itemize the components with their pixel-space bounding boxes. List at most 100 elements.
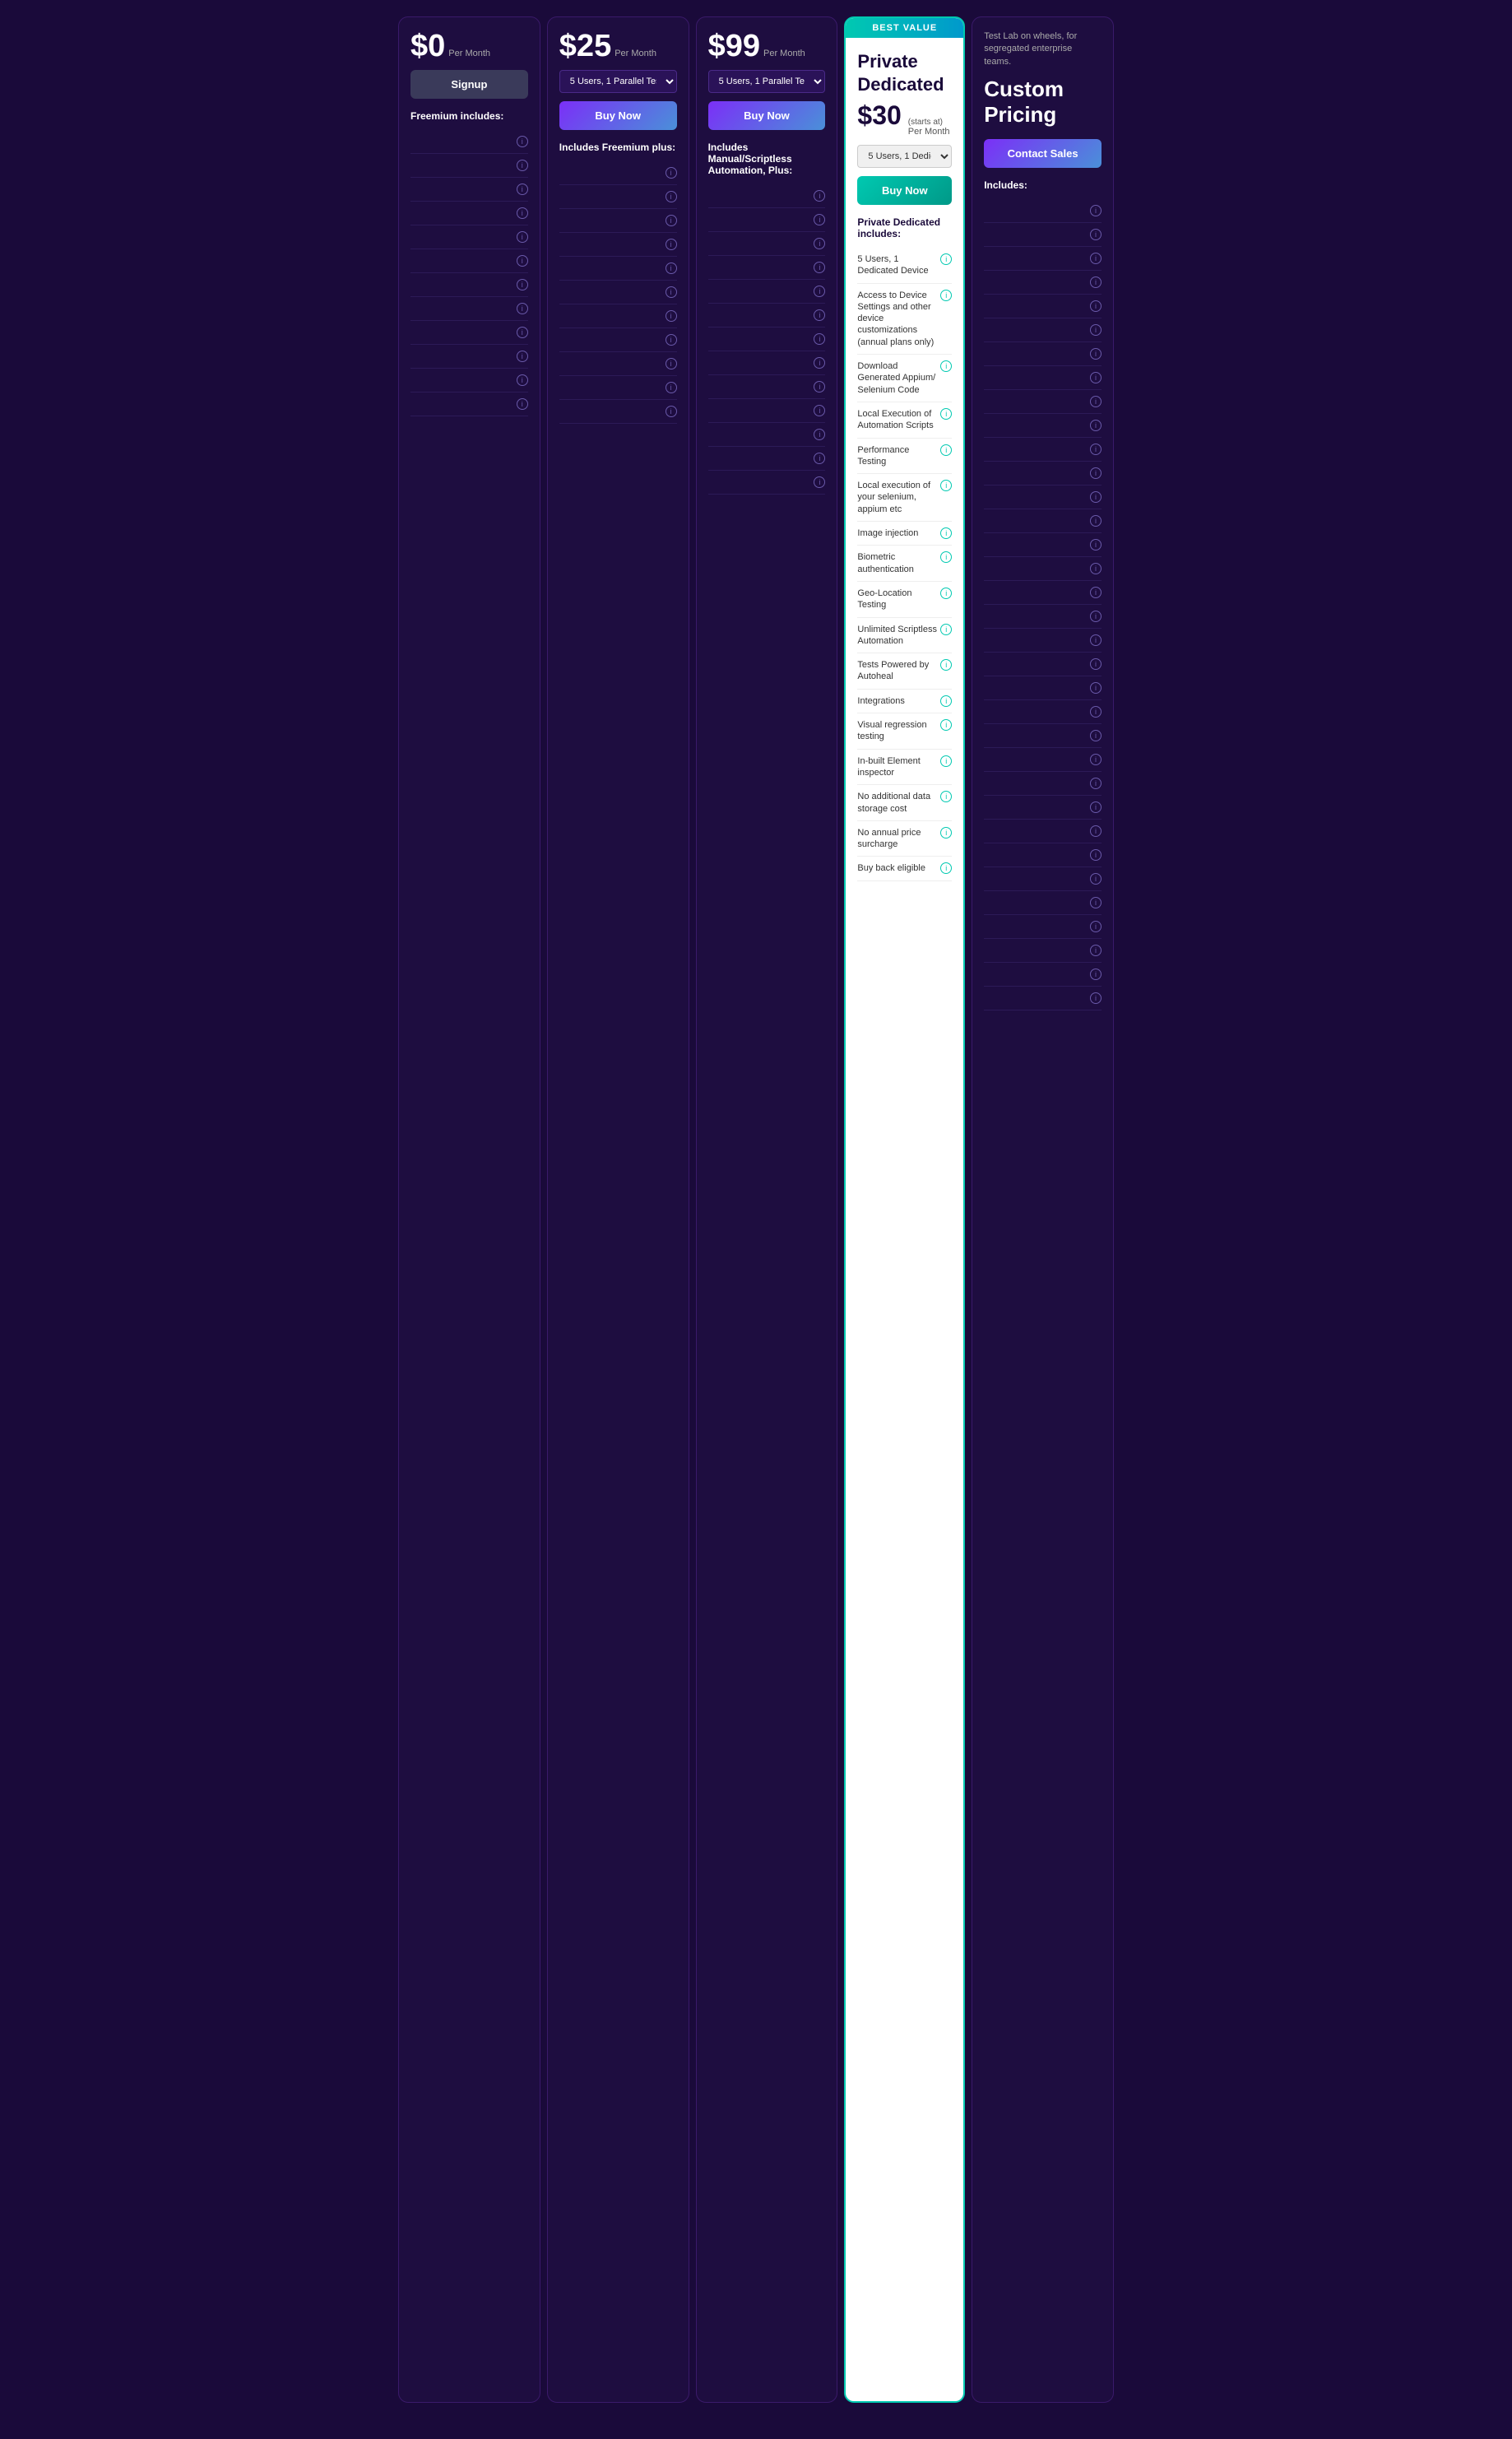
info-icon[interactable]: i xyxy=(666,215,677,226)
info-icon[interactable]: i xyxy=(1090,945,1102,956)
list-item: i xyxy=(984,509,1102,533)
info-icon[interactable]: i xyxy=(1090,276,1102,288)
info-icon[interactable]: i xyxy=(517,207,528,219)
info-icon[interactable]: i xyxy=(940,862,952,874)
info-icon[interactable]: i xyxy=(666,191,677,202)
info-icon[interactable]: i xyxy=(1090,563,1102,574)
standard-plan-select[interactable]: 5 Users, 1 Parallel Test 10 Users, 2 Par… xyxy=(559,70,677,93)
info-icon[interactable]: i xyxy=(1090,682,1102,694)
info-icon[interactable]: i xyxy=(517,327,528,338)
info-icon[interactable]: i xyxy=(814,333,825,345)
info-icon[interactable]: i xyxy=(1090,778,1102,789)
info-icon[interactable]: i xyxy=(940,480,952,491)
info-icon[interactable]: i xyxy=(1090,801,1102,813)
pro-buy-button[interactable]: Buy Now xyxy=(708,101,826,130)
info-icon[interactable]: i xyxy=(1090,754,1102,765)
info-icon[interactable]: i xyxy=(940,551,952,563)
list-item: i xyxy=(984,772,1102,796)
private-buy-button[interactable]: Buy Now xyxy=(857,176,952,205)
info-icon[interactable]: i xyxy=(940,408,952,420)
info-icon[interactable]: i xyxy=(517,374,528,386)
info-icon[interactable]: i xyxy=(1090,634,1102,646)
info-icon[interactable]: i xyxy=(814,286,825,297)
info-icon[interactable]: i xyxy=(1090,205,1102,216)
info-icon[interactable]: i xyxy=(1090,730,1102,741)
info-icon[interactable]: i xyxy=(1090,825,1102,837)
info-icon[interactable]: i xyxy=(517,184,528,195)
info-icon[interactable]: i xyxy=(517,303,528,314)
info-icon[interactable]: i xyxy=(1090,992,1102,1004)
info-icon[interactable]: i xyxy=(1090,300,1102,312)
info-icon[interactable]: i xyxy=(814,405,825,416)
info-icon[interactable]: i xyxy=(1090,873,1102,885)
private-plan-select[interactable]: 5 Users, 1 Dedicated Device 10 Users, 2 … xyxy=(857,145,952,168)
info-icon[interactable]: i xyxy=(1090,921,1102,932)
info-icon[interactable]: i xyxy=(666,406,677,417)
info-icon[interactable]: i xyxy=(814,429,825,440)
info-icon[interactable]: i xyxy=(814,381,825,393)
info-icon[interactable]: i xyxy=(1090,444,1102,455)
info-icon[interactable]: i xyxy=(1090,467,1102,479)
info-icon[interactable]: i xyxy=(814,190,825,202)
info-icon[interactable]: i xyxy=(517,279,528,290)
info-icon[interactable]: i xyxy=(1090,253,1102,264)
info-icon[interactable]: i xyxy=(1090,587,1102,598)
list-item: Geo-Location Testing i xyxy=(857,582,952,618)
info-icon[interactable]: i xyxy=(666,382,677,393)
info-icon[interactable]: i xyxy=(1090,324,1102,336)
info-icon[interactable]: i xyxy=(1090,348,1102,360)
pro-plan-select[interactable]: 5 Users, 1 Parallel Test 10 Users, 2 Par… xyxy=(708,70,826,93)
info-icon[interactable]: i xyxy=(940,253,952,265)
info-icon[interactable]: i xyxy=(666,286,677,298)
info-icon[interactable]: i xyxy=(814,262,825,273)
info-icon[interactable]: i xyxy=(1090,372,1102,383)
info-icon[interactable]: i xyxy=(666,334,677,346)
info-icon[interactable]: i xyxy=(1090,611,1102,622)
info-icon[interactable]: i xyxy=(1090,491,1102,503)
info-icon[interactable]: i xyxy=(940,444,952,456)
info-icon[interactable]: i xyxy=(940,527,952,539)
info-icon[interactable]: i xyxy=(940,624,952,635)
info-icon[interactable]: i xyxy=(814,238,825,249)
info-icon[interactable]: i xyxy=(814,309,825,321)
info-icon[interactable]: i xyxy=(1090,539,1102,551)
info-icon[interactable]: i xyxy=(666,262,677,274)
info-icon[interactable]: i xyxy=(1090,420,1102,431)
info-icon[interactable]: i xyxy=(940,360,952,372)
info-icon[interactable]: i xyxy=(814,476,825,488)
info-icon[interactable]: i xyxy=(940,755,952,767)
info-icon[interactable]: i xyxy=(517,351,528,362)
info-icon[interactable]: i xyxy=(1090,969,1102,980)
standard-buy-button[interactable]: Buy Now xyxy=(559,101,677,130)
info-icon[interactable]: i xyxy=(517,160,528,171)
info-icon[interactable]: i xyxy=(1090,849,1102,861)
info-icon[interactable]: i xyxy=(517,255,528,267)
info-icon[interactable]: i xyxy=(1090,515,1102,527)
info-icon[interactable]: i xyxy=(814,214,825,225)
info-icon[interactable]: i xyxy=(940,588,952,599)
info-icon[interactable]: i xyxy=(1090,229,1102,240)
info-icon[interactable]: i xyxy=(1090,658,1102,670)
info-icon[interactable]: i xyxy=(1090,897,1102,908)
list-item: Unlimited Scriptless Automation i xyxy=(857,618,952,654)
enterprise-contact-button[interactable]: Contact Sales xyxy=(984,139,1102,168)
info-icon[interactable]: i xyxy=(940,827,952,839)
info-icon[interactable]: i xyxy=(814,453,825,464)
info-icon[interactable]: i xyxy=(940,290,952,301)
info-icon[interactable]: i xyxy=(1090,396,1102,407)
info-icon[interactable]: i xyxy=(940,659,952,671)
enterprise-includes-label: Includes: xyxy=(984,179,1102,191)
info-icon[interactable]: i xyxy=(666,167,677,179)
info-icon[interactable]: i xyxy=(666,239,677,250)
info-icon[interactable]: i xyxy=(517,398,528,410)
info-icon[interactable]: i xyxy=(940,719,952,731)
info-icon[interactable]: i xyxy=(1090,706,1102,718)
info-icon[interactable]: i xyxy=(517,136,528,147)
info-icon[interactable]: i xyxy=(814,357,825,369)
info-icon[interactable]: i xyxy=(666,310,677,322)
info-icon[interactable]: i xyxy=(517,231,528,243)
info-icon[interactable]: i xyxy=(666,358,677,369)
info-icon[interactable]: i xyxy=(940,695,952,707)
freemium-signup-button[interactable]: Signup xyxy=(410,70,528,99)
info-icon[interactable]: i xyxy=(940,791,952,802)
